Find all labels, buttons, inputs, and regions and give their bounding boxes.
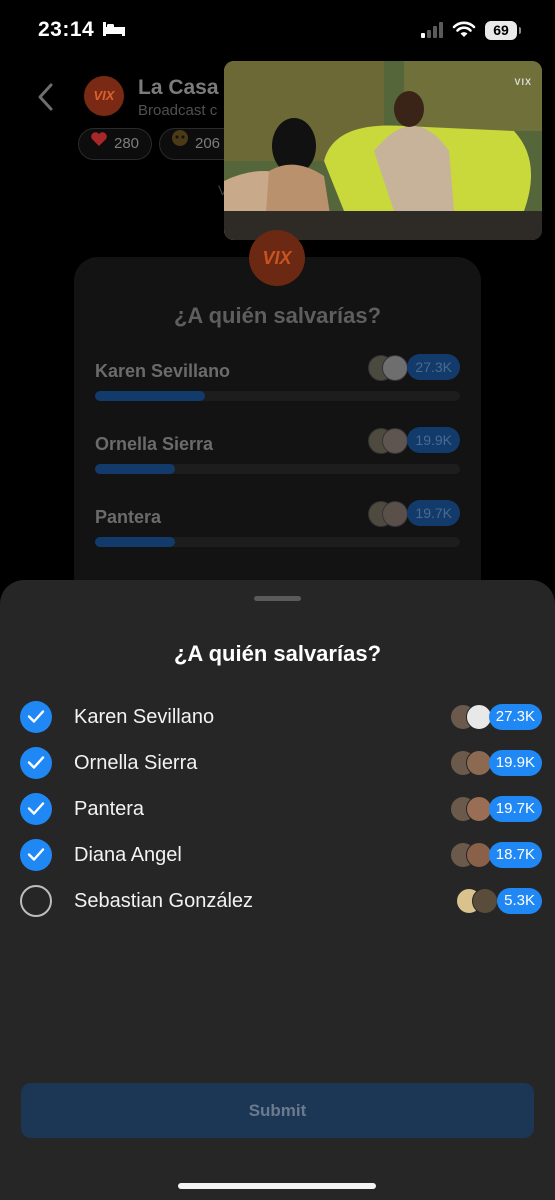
- checkmark-icon: [27, 802, 45, 815]
- video-frame: [224, 61, 542, 240]
- checkbox-checked[interactable]: [20, 701, 52, 733]
- option-label: Karen Sevillano: [95, 361, 231, 381]
- poll-option-karen-sevillano[interactable]: Karen Sevillano 27.3K: [0, 693, 555, 739]
- checkbox-unchecked[interactable]: [20, 885, 52, 917]
- vote-count-badge: 19.9K: [488, 750, 542, 776]
- background-poll-option: Pantera 19.7K: [95, 500, 460, 567]
- option-label: Diana Angel: [74, 844, 182, 866]
- checkmark-icon: [27, 710, 45, 723]
- vote-count-badge: 19.7K: [407, 500, 460, 526]
- avatar: [382, 355, 408, 381]
- poll-option-pantera[interactable]: Pantera 19.7K: [0, 785, 555, 831]
- battery-indicator: 69: [485, 21, 521, 40]
- option-label: Pantera: [74, 798, 145, 820]
- wifi-icon: [452, 21, 476, 44]
- vote-count-badge: 5.3K: [497, 888, 542, 914]
- avatar: [382, 428, 408, 454]
- channel-title: La Casa: [138, 76, 219, 99]
- poll-channel-logo: VIX: [249, 230, 305, 286]
- poll-option-ornella-sierra[interactable]: Ornella Sierra 19.9K: [0, 739, 555, 785]
- vote-progress-fill: [95, 391, 205, 401]
- reaction-heart[interactable]: 280: [78, 128, 152, 160]
- vote-count-badge: 19.7K: [488, 796, 542, 822]
- video-watermark-logo: VIX: [514, 77, 532, 87]
- poll-question: ¿A quién salvarías?: [173, 641, 382, 666]
- voter-avatars: [368, 501, 408, 527]
- checkbox-checked[interactable]: [20, 793, 52, 825]
- heart-icon: [90, 128, 108, 158]
- emoji-icon: [171, 128, 189, 158]
- poll-bottom-sheet: ¿A quién salvarías? Karen Sevillano 27.3…: [0, 580, 555, 1200]
- option-label: Karen Sevillano: [74, 706, 215, 728]
- vote-progress-fill: [95, 464, 176, 474]
- vote-count-badge: 18.7K: [488, 842, 542, 868]
- checkbox-checked[interactable]: [20, 747, 52, 779]
- back-chevron-icon[interactable]: [36, 82, 56, 117]
- status-bar: 23:14 69: [0, 0, 555, 62]
- submit-button[interactable]: Submit: [21, 1083, 534, 1138]
- poll-option-diana-angel[interactable]: Diana Angel 18.7K: [0, 831, 555, 877]
- vote-progress-track: [95, 464, 460, 474]
- vote-progress-fill: [95, 537, 176, 547]
- cellular-signal-icon: [421, 22, 445, 43]
- option-label: Sebastian González: [74, 890, 254, 912]
- checkmark-icon: [27, 848, 45, 861]
- option-label: Ornella Sierra: [95, 434, 214, 454]
- status-time: 23:14: [38, 18, 95, 41]
- vote-progress-track: [95, 391, 460, 401]
- poll-option-sebastian-gonzalez[interactable]: Sebastian González 5.3K: [0, 877, 555, 923]
- background-poll-option: Karen Sevillano 27.3K: [95, 354, 460, 421]
- vote-count-badge: 19.9K: [407, 427, 460, 453]
- home-indicator[interactable]: [178, 1183, 376, 1189]
- sleep-focus-icon: [102, 21, 126, 42]
- avatar: [382, 501, 408, 527]
- voter-avatars: [368, 428, 408, 454]
- checkmark-icon: [27, 756, 45, 769]
- checkbox-checked[interactable]: [20, 839, 52, 871]
- voter-avatars: [368, 355, 408, 381]
- channel-subtitle: Broadcast c: [138, 102, 218, 119]
- reaction-count: 206: [195, 135, 221, 152]
- vote-count-badge: 27.3K: [488, 704, 542, 730]
- channel-avatar[interactable]: VIX: [84, 76, 124, 116]
- background-poll-card: ¿A quién salvarías? Karen Sevillano 27.3…: [74, 257, 481, 617]
- background-poll-option: Ornella Sierra 19.9K: [95, 427, 460, 494]
- option-label: Ornella Sierra: [74, 752, 198, 774]
- vote-progress-track: [95, 537, 460, 547]
- vote-count-badge: 27.3K: [407, 354, 460, 380]
- sheet-grabber-handle[interactable]: [254, 596, 301, 601]
- reaction-count: 280: [114, 135, 140, 152]
- video-player[interactable]: VIX: [224, 61, 542, 240]
- avatar: [472, 888, 498, 914]
- background-poll-question: ¿A quién salvarías?: [173, 303, 382, 328]
- option-label: Pantera: [95, 507, 162, 527]
